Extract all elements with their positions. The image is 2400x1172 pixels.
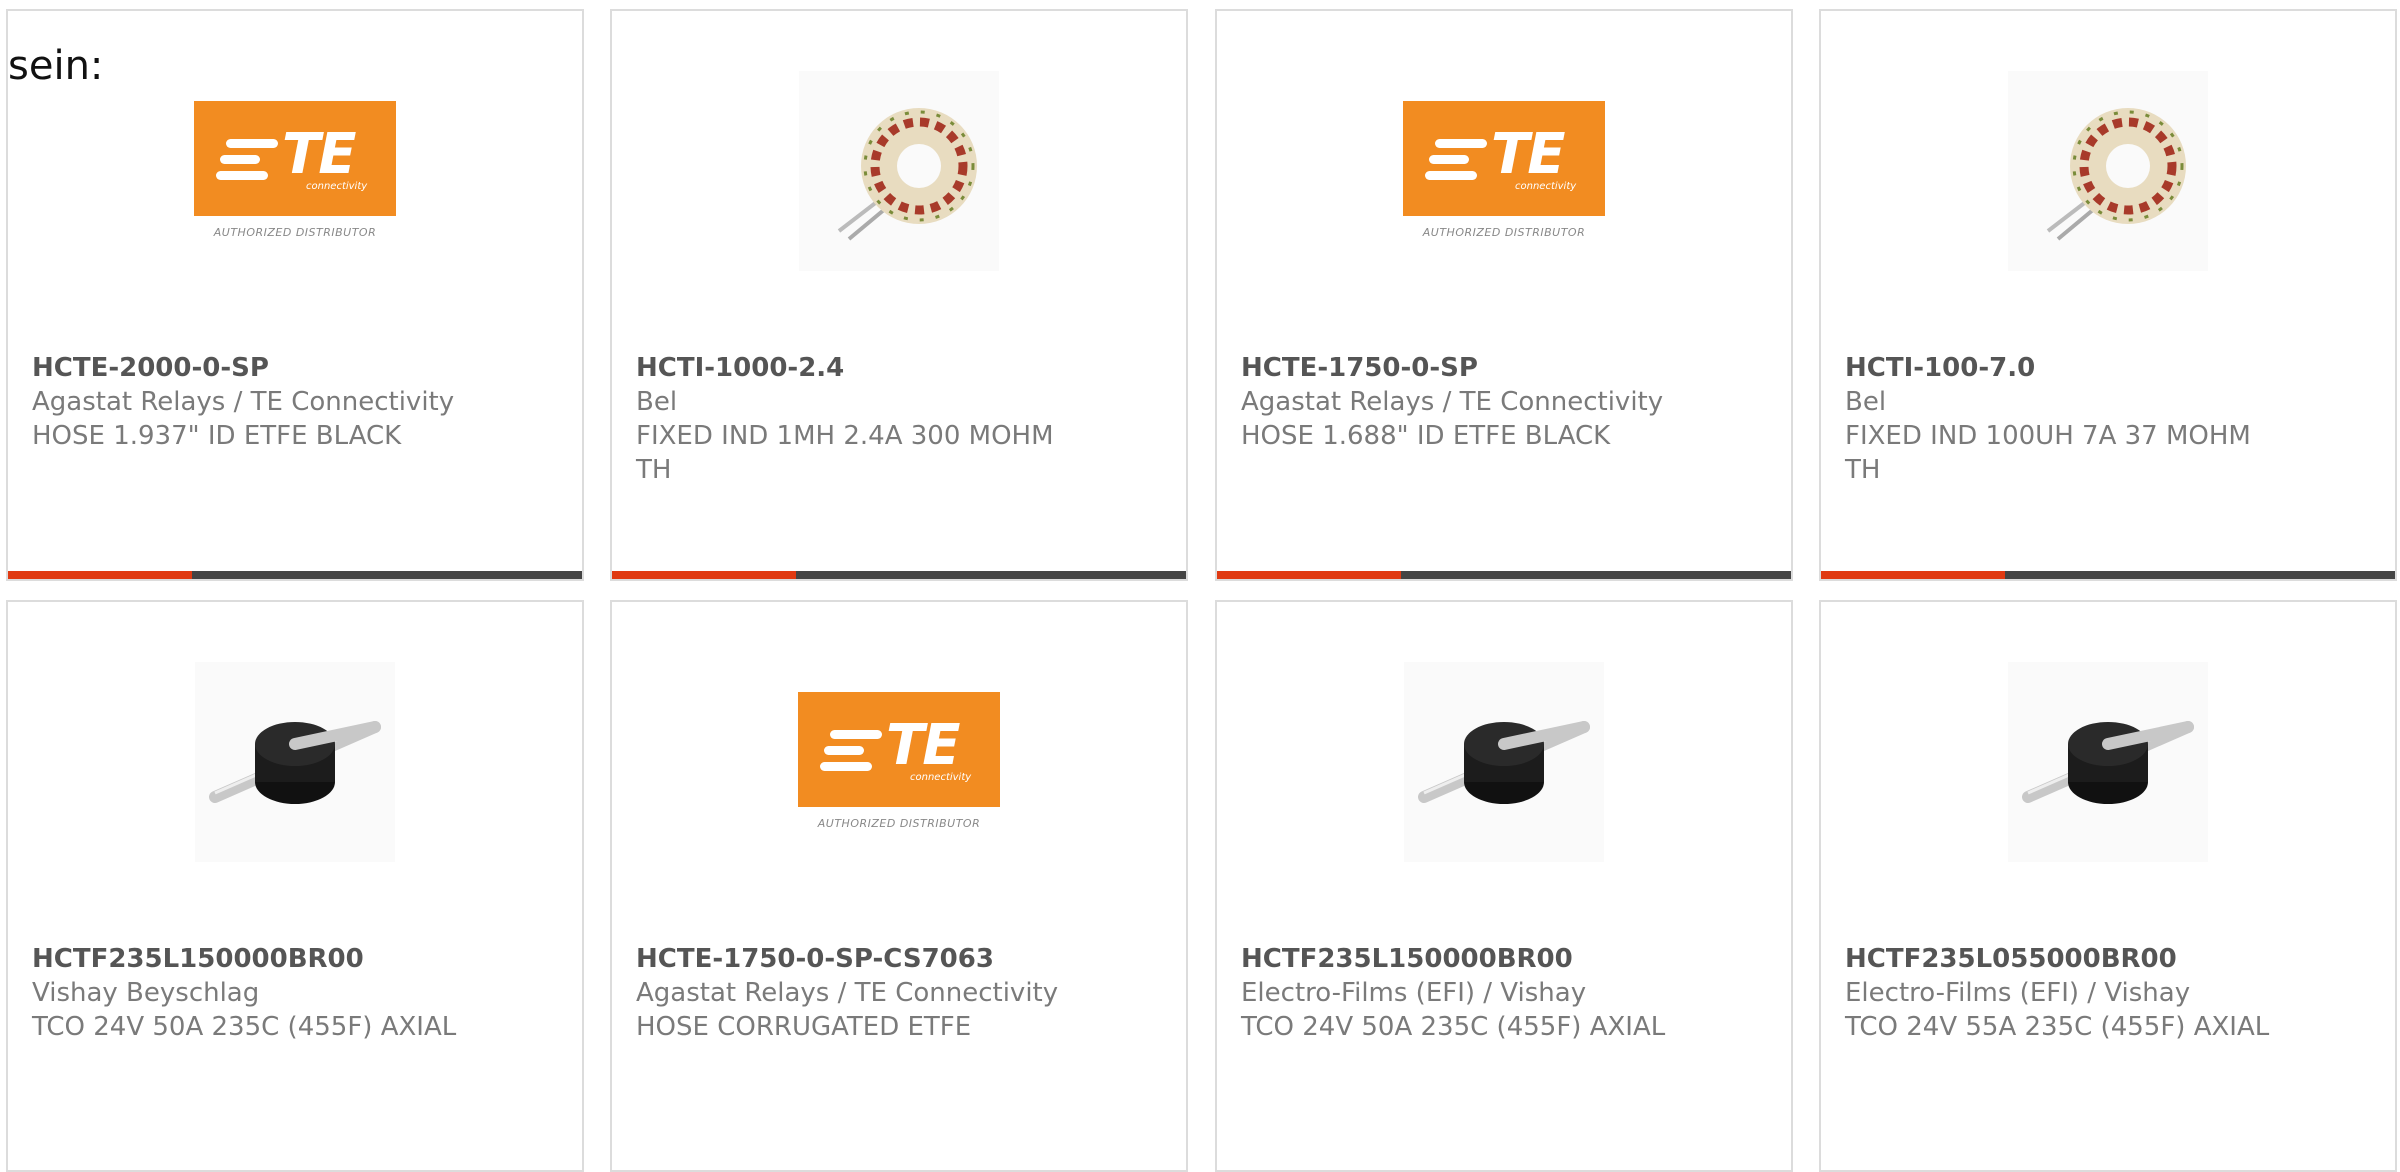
product-card[interactable]: HCTI-1000-2.4 Bel FIXED IND 1MH 2.4A 300… <box>610 9 1188 581</box>
manufacturer: Agastat Relays / TE Connectivity <box>32 387 455 417</box>
description: TCO 24V 50A 235C (455F) AXIAL <box>32 1012 457 1042</box>
product-card[interactable]: HCTI-100-7.0 Bel FIXED IND 100UH 7A 37 M… <box>1819 9 2397 581</box>
part-number-link[interactable]: HCTI-1000-2.4 <box>636 351 1176 385</box>
manufacturer: Bel <box>1845 387 1887 417</box>
product-image[interactable] <box>1821 71 2395 271</box>
part-number-link[interactable]: HCTE-1750-0-SP-CS7063 <box>636 942 1176 976</box>
product-card[interactable]: TE connectivity AUTHORIZED DISTRIBUTOR H… <box>610 600 1188 1172</box>
part-number-link[interactable]: HCTF235L150000BR00 <box>1241 942 1781 976</box>
card-footer-bar <box>612 571 1186 579</box>
product-image[interactable]: TE connectivity AUTHORIZED DISTRIBUTOR <box>612 662 1186 862</box>
product-card[interactable]: TE connectivity AUTHORIZED DISTRIBUTOR H… <box>6 9 584 581</box>
description: HOSE 1.688" ID ETFE BLACK <box>1241 421 1611 451</box>
product-card[interactable]: HCTF235L150000BR00 Vishay Beyschlag TCO … <box>6 600 584 1172</box>
product-image[interactable] <box>1217 662 1791 862</box>
te-connectivity-logo: TE connectivity AUTHORIZED DISTRIBUTOR <box>798 692 1000 832</box>
description: HOSE 1.937" ID ETFE BLACK <box>32 421 402 451</box>
manufacturer: Agastat Relays / TE Connectivity <box>1241 387 1664 417</box>
product-card[interactable]: HCTF235L055000BR00 Electro-Films (EFI) /… <box>1819 600 2397 1172</box>
product-image[interactable] <box>8 662 582 862</box>
part-number-link[interactable]: HCTE-2000-0-SP <box>32 351 572 385</box>
product-card[interactable]: HCTF235L150000BR00 Electro-Films (EFI) /… <box>1215 600 1793 1172</box>
axial-cutoff-photo <box>1404 662 1604 862</box>
product-image[interactable] <box>612 71 1186 271</box>
description: FIXED IND 100UH 7A 37 MOHM TH <box>1845 421 2251 485</box>
part-number-link[interactable]: HCTI-100-7.0 <box>1845 351 2385 385</box>
part-number-link[interactable]: HCTF235L055000BR00 <box>1845 942 2385 976</box>
part-number-link[interactable]: HCTF235L150000BR00 <box>32 942 572 976</box>
description: FIXED IND 1MH 2.4A 300 MOHM TH <box>636 421 1054 485</box>
manufacturer: Vishay Beyschlag <box>32 978 260 1008</box>
product-image[interactable]: TE connectivity AUTHORIZED DISTRIBUTOR <box>1217 71 1791 271</box>
product-image[interactable] <box>1821 662 2395 862</box>
manufacturer: Electro-Films (EFI) / Vishay <box>1845 978 2191 1008</box>
toroid-inductor-photo <box>799 71 999 271</box>
product-image[interactable]: TE connectivity AUTHORIZED DISTRIBUTOR <box>8 71 582 271</box>
description: HOSE CORRUGATED ETFE <box>636 1012 972 1042</box>
card-footer-bar <box>8 571 582 579</box>
te-connectivity-logo: TE connectivity AUTHORIZED DISTRIBUTOR <box>194 101 396 241</box>
part-number-link[interactable]: HCTE-1750-0-SP <box>1241 351 1781 385</box>
manufacturer: Electro-Films (EFI) / Vishay <box>1241 978 1587 1008</box>
manufacturer: Agastat Relays / TE Connectivity <box>636 978 1059 1008</box>
axial-cutoff-photo <box>195 662 395 862</box>
intro-text: sein: <box>8 43 104 89</box>
te-connectivity-logo: TE connectivity AUTHORIZED DISTRIBUTOR <box>1403 101 1605 241</box>
description: TCO 24V 55A 235C (455F) AXIAL <box>1845 1012 2270 1042</box>
axial-cutoff-photo <box>2008 662 2208 862</box>
manufacturer: Bel <box>636 387 678 417</box>
card-footer-bar <box>1821 571 2395 579</box>
card-footer-bar <box>1217 571 1791 579</box>
toroid-inductor-photo <box>2008 71 2208 271</box>
product-card[interactable]: TE connectivity AUTHORIZED DISTRIBUTOR H… <box>1215 9 1793 581</box>
description: TCO 24V 50A 235C (455F) AXIAL <box>1241 1012 1666 1042</box>
